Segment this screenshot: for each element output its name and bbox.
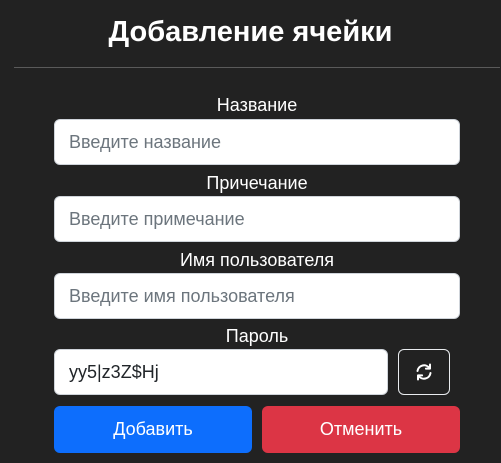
modal-title: Добавление ячейки (108, 16, 393, 48)
note-input[interactable] (54, 196, 460, 242)
username-input[interactable] (54, 273, 460, 319)
add-button-label: Добавить (113, 419, 193, 439)
password-label: Пароль (225, 326, 289, 346)
refresh-icon (414, 362, 434, 382)
add-cell-modal: Добавление ячейки Название Причечание Им… (0, 0, 501, 463)
name-input[interactable] (54, 119, 460, 165)
cancel-button[interactable]: Отменить (262, 406, 460, 453)
name-label: Название (216, 95, 298, 115)
add-button[interactable]: Добавить (54, 406, 252, 453)
header-divider (14, 67, 500, 68)
regenerate-password-button[interactable] (398, 349, 450, 395)
username-label: Имя пользователя (179, 250, 335, 270)
password-input[interactable] (54, 349, 388, 395)
note-label: Причечание (206, 173, 308, 193)
cancel-button-label: Отменить (319, 419, 403, 439)
